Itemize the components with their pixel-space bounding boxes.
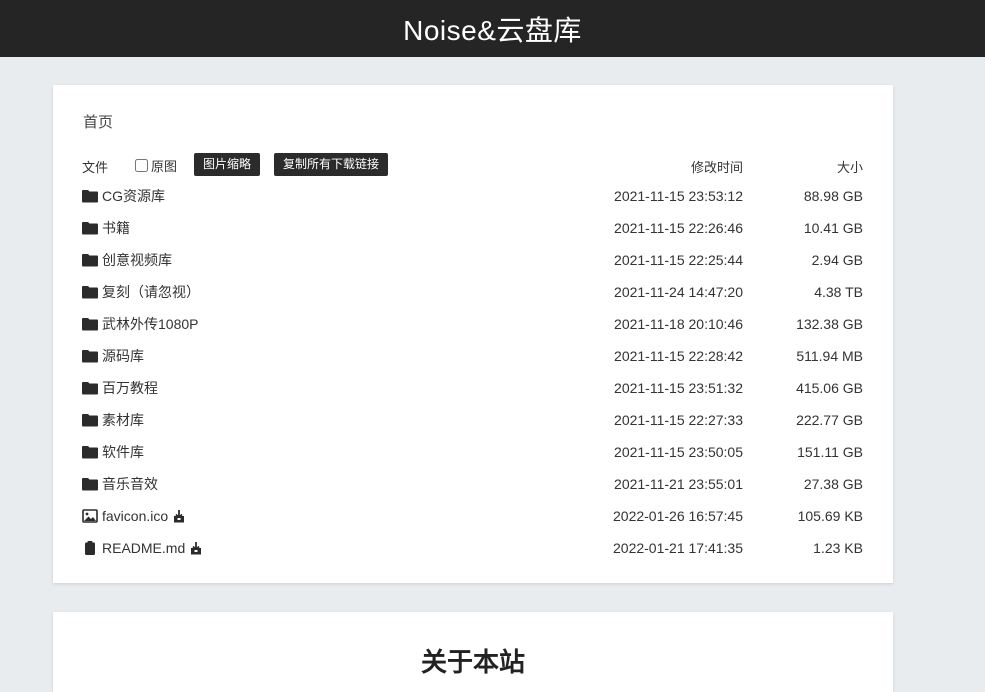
table-header: 文件 原图 图片缩略 复制所有下载链接 修改时间 大小 (82, 153, 863, 177)
file-name[interactable]: 源码库 (102, 346, 144, 366)
file-name-cell[interactable]: 百万教程 (82, 376, 158, 400)
file-name-cell[interactable]: 创意视频库 (82, 248, 172, 272)
folder-icon (82, 317, 98, 331)
file-list-card: 首页 文件 原图 图片缩略 复制所有下载链接 修改时间 大小 CG资源库 2021… (53, 85, 893, 583)
file-size: 27.38 GB (803, 476, 863, 492)
table-row[interactable]: 源码库 2021-11-15 22:28:42 511.94 MB (82, 344, 863, 376)
modified-time: 2022-01-26 16:57:45 (613, 508, 743, 524)
file-name-cell[interactable]: favicon.ico (82, 504, 185, 528)
modified-time: 2021-11-15 23:53:12 (614, 188, 743, 204)
folder-icon (82, 349, 98, 363)
modified-time: 2021-11-15 22:26:46 (614, 220, 743, 236)
file-name[interactable]: 复刻（请忽视） (102, 282, 200, 302)
site-header: Noise&云盘库 (0, 0, 985, 57)
file-size: 88.98 GB (803, 188, 863, 204)
modified-time: 2021-11-24 14:47:20 (614, 284, 743, 300)
folder-icon (82, 285, 98, 299)
table-row[interactable]: CG资源库 2021-11-15 23:53:12 88.98 GB (82, 184, 863, 216)
thumbnail-button[interactable]: 图片缩略 (194, 153, 261, 176)
modified-time: 2022-01-21 17:41:35 (613, 540, 743, 556)
table-row[interactable]: README.md 2022-01-21 17:41:35 1.23 KB (82, 536, 863, 568)
original-image-toggle[interactable]: 原图 (135, 156, 177, 175)
file-name[interactable]: 百万教程 (102, 378, 158, 398)
file-list: CG资源库 2021-11-15 23:53:12 88.98 GB 书籍 2021-1… (82, 184, 863, 568)
modified-time: 2021-11-15 22:27:33 (614, 412, 743, 428)
file-size: 415.06 GB (796, 380, 863, 396)
folder-icon (82, 413, 98, 427)
folder-icon (82, 445, 98, 459)
file-size: 222.77 GB (796, 412, 863, 428)
column-header-size: 大小 (836, 160, 863, 175)
about-title: 关于本站 (420, 647, 525, 677)
file-name-cell[interactable]: CG资源库 (82, 184, 165, 208)
file-name-cell[interactable]: 源码库 (82, 344, 144, 368)
file-name-cell[interactable]: 音乐音效 (82, 472, 158, 496)
column-header-modified: 修改时间 (690, 160, 743, 175)
column-header-file: 文件 (82, 160, 109, 175)
file-size: 132.38 GB (796, 316, 863, 332)
site-title[interactable]: Noise&云盘库 (403, 9, 582, 49)
file-name[interactable]: README.md (102, 540, 185, 556)
file-size: 151.11 GB (797, 444, 863, 460)
modified-time: 2021-11-18 20:10:46 (614, 316, 743, 332)
file-name[interactable]: favicon.ico (102, 508, 168, 524)
folder-icon (82, 221, 98, 235)
file-name[interactable]: 武林外传1080P (102, 314, 198, 334)
about-card: 关于本站 (53, 612, 893, 692)
table-row[interactable]: 软件库 2021-11-15 23:50:05 151.11 GB (82, 440, 863, 472)
file-name[interactable]: 书籍 (102, 218, 130, 238)
folder-icon (82, 381, 98, 395)
original-image-checkbox[interactable] (135, 159, 148, 172)
download-icon[interactable] (190, 541, 202, 555)
file-name[interactable]: 素材库 (102, 410, 144, 430)
file-size: 10.41 GB (803, 220, 863, 236)
copy-all-links-button[interactable]: 复制所有下载链接 (274, 153, 389, 176)
table-row[interactable]: 书籍 2021-11-15 22:26:46 10.41 GB (82, 216, 863, 248)
file-name-cell[interactable]: README.md (82, 536, 202, 560)
modified-time: 2021-11-15 22:25:44 (614, 252, 743, 268)
table-row[interactable]: 素材库 2021-11-15 22:27:33 222.77 GB (82, 408, 863, 440)
file-name[interactable]: 音乐音效 (102, 474, 158, 494)
modified-time: 2021-11-15 23:51:32 (614, 380, 743, 396)
file-size: 511.94 MB (796, 348, 863, 364)
file-name[interactable]: 软件库 (102, 442, 144, 462)
original-image-label: 原图 (151, 159, 178, 174)
table-row[interactable]: favicon.ico 2022-01-26 16:57:45 105.69 KB (82, 504, 863, 536)
file-name-cell[interactable]: 软件库 (82, 440, 144, 464)
folder-icon (82, 253, 98, 267)
folder-icon (82, 477, 98, 491)
file-name-cell[interactable]: 武林外传1080P (82, 312, 198, 336)
modified-time: 2021-11-21 23:55:01 (614, 476, 743, 492)
file-size: 1.23 KB (813, 540, 863, 556)
table-row[interactable]: 音乐音效 2021-11-21 23:55:01 27.38 GB (82, 472, 863, 504)
clipboard-file-icon (82, 541, 98, 555)
file-name[interactable]: CG资源库 (102, 186, 165, 206)
download-icon[interactable] (173, 509, 185, 523)
file-name-cell[interactable]: 书籍 (82, 216, 130, 240)
table-row[interactable]: 创意视频库 2021-11-15 22:25:44 2.94 GB (82, 248, 863, 280)
table-row[interactable]: 百万教程 2021-11-15 23:51:32 415.06 GB (82, 376, 863, 408)
file-size: 105.69 KB (797, 508, 863, 524)
image-file-icon (82, 509, 98, 523)
file-name[interactable]: 创意视频库 (102, 250, 172, 270)
file-name-cell[interactable]: 素材库 (82, 408, 144, 432)
folder-icon (82, 189, 98, 203)
file-size: 2.94 GB (811, 252, 863, 268)
modified-time: 2021-11-15 23:50:05 (614, 444, 743, 460)
breadcrumb-home[interactable]: 首页 (83, 111, 113, 132)
file-name-cell[interactable]: 复刻（请忽视） (82, 280, 200, 304)
table-row[interactable]: 复刻（请忽视） 2021-11-24 14:47:20 4.38 TB (82, 280, 863, 312)
file-size: 4.38 TB (814, 284, 863, 300)
modified-time: 2021-11-15 22:28:42 (614, 348, 743, 364)
table-row[interactable]: 武林外传1080P 2021-11-18 20:10:46 132.38 GB (82, 312, 863, 344)
